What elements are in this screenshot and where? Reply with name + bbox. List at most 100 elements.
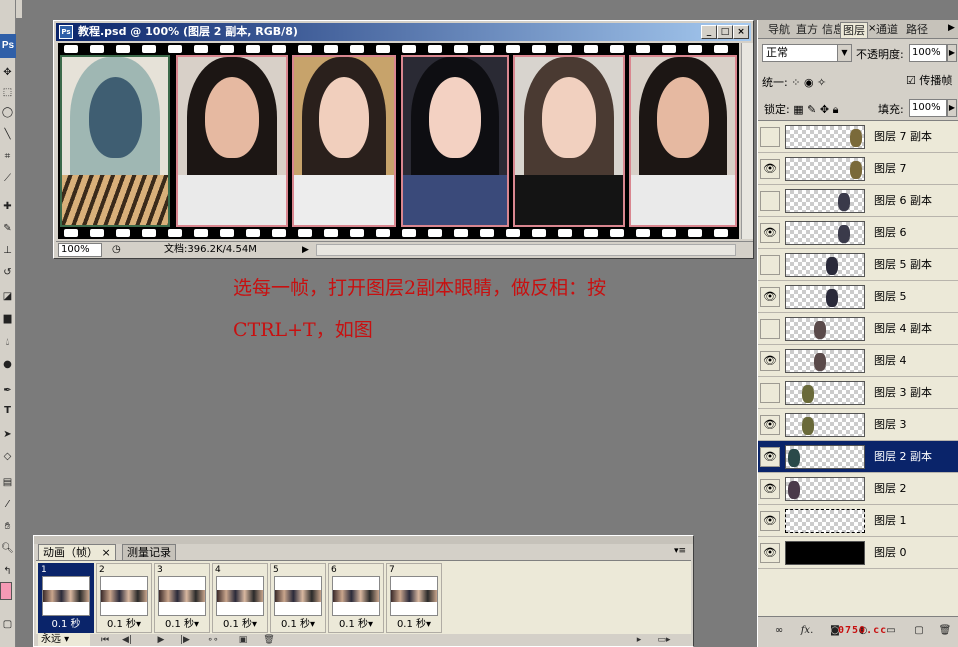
frame-delay-select[interactable]: 0.1 秒▾	[213, 619, 267, 631]
marquee-icon[interactable]: ⬚	[1, 86, 14, 99]
lock-pixels-icon[interactable]: ✎	[807, 103, 816, 116]
eye-icon[interactable]: 👁︎	[760, 415, 780, 435]
tab-animation-frames[interactable]: 动画（帧） ×	[38, 544, 116, 560]
frame-delay-select[interactable]: 0.1 秒▾	[97, 619, 151, 631]
panel-menu-icon[interactable]: ▾≡	[674, 546, 686, 556]
animation-frame[interactable]: 2 0.1 秒▾	[96, 563, 152, 633]
tab-channels[interactable]: 通道	[874, 22, 900, 38]
lock-all-icon[interactable]: 🔒︎	[833, 103, 839, 116]
eye-icon[interactable]: 👁︎	[760, 351, 780, 371]
close-button[interactable]: ×	[733, 25, 749, 39]
fill-slider-arrow-icon[interactable]: ▶	[947, 99, 957, 117]
layer-row[interactable]: 👁︎ 图层 0	[758, 537, 958, 569]
frame-delay-select[interactable]: 0.1 秒▾	[155, 619, 209, 631]
fill-input[interactable]: 100%	[909, 99, 947, 117]
delete-frame-icon[interactable]: 🗑︎	[262, 634, 276, 646]
opacity-input[interactable]: 100%	[909, 44, 947, 62]
layer-row[interactable]: 👁︎ 图层 1	[758, 505, 958, 537]
dodge-icon[interactable]: ●	[1, 358, 14, 371]
hidden-eye-slot[interactable]	[760, 255, 780, 275]
eyedropper-icon[interactable]: ⁄	[1, 498, 14, 511]
animation-frame[interactable]: 3 0.1 秒▾	[154, 563, 210, 633]
zoom-icon[interactable]: 🔍︎	[1, 542, 14, 555]
animation-frame[interactable]: 7 0.1 秒▾	[386, 563, 442, 633]
layer-row[interactable]: 👁︎ 图层 4	[758, 345, 958, 377]
animation-frame[interactable]: 4 0.1 秒▾	[212, 563, 268, 633]
notes-icon[interactable]: ▤	[1, 476, 14, 489]
layer-row[interactable]: 👁︎ 图层 5	[758, 281, 958, 313]
hidden-eye-slot[interactable]	[760, 191, 780, 211]
layer-row[interactable]: 图层 6 副本	[758, 185, 958, 217]
swap-colors-icon[interactable]: ↰	[1, 565, 14, 578]
unify-style-icon[interactable]: ✧	[817, 76, 826, 89]
animation-frame[interactable]: 6 0.1 秒▾	[328, 563, 384, 633]
zoom-field[interactable]: 100%	[58, 243, 102, 257]
crop-icon[interactable]: ⌗	[1, 150, 14, 163]
hidden-eye-slot[interactable]	[760, 127, 780, 147]
tab-paths[interactable]: 路径	[904, 22, 930, 38]
minimize-button[interactable]: _	[701, 25, 717, 39]
eraser-icon[interactable]: ◪	[1, 290, 14, 303]
trash-icon[interactable]: 🗑︎	[936, 623, 954, 639]
duplicate-frame-icon[interactable]: ▣	[236, 634, 250, 646]
eye-icon[interactable]: 👁︎	[760, 479, 780, 499]
layer-row[interactable]: 👁︎ 图层 7	[758, 153, 958, 185]
eye-icon[interactable]: 👁︎	[760, 159, 780, 179]
unify-visibility-icon[interactable]: ◉	[804, 76, 814, 89]
eye-icon[interactable]: 👁︎	[760, 223, 780, 243]
heal-icon[interactable]: ✚	[1, 200, 14, 213]
propagate-frame-checkbox[interactable]: ☑ 传播帧	[906, 72, 952, 88]
eye-icon[interactable]: 👁︎	[760, 511, 780, 531]
quick-mask-icon[interactable]: ▢	[1, 618, 14, 631]
image-canvas[interactable]	[58, 43, 739, 239]
eye-icon[interactable]: 👁︎	[760, 447, 780, 467]
unify-position-icon[interactable]: ⁘	[791, 76, 800, 89]
lock-transparency-icon[interactable]: ▦	[793, 103, 803, 116]
prev-frame-icon[interactable]: ◀|	[120, 634, 134, 646]
brush-icon[interactable]: ✎	[1, 222, 14, 235]
layer-row[interactable]: 图层 4 副本	[758, 313, 958, 345]
status-menu-icon[interactable]: ◷	[112, 243, 121, 257]
type-icon[interactable]: T	[1, 404, 14, 417]
wand-icon[interactable]: ╲	[1, 128, 14, 141]
lock-position-icon[interactable]: ✥	[820, 103, 829, 116]
gradient-icon[interactable]: ▆	[1, 312, 14, 325]
eye-icon[interactable]: 👁︎	[760, 287, 780, 307]
path-select-icon[interactable]: ➤	[1, 428, 14, 441]
frame-delay-select[interactable]: 0.1 秒	[39, 619, 93, 631]
stamp-icon[interactable]: ⊥	[1, 244, 14, 257]
layer-row[interactable]: 👁︎ 图层 6	[758, 217, 958, 249]
link-icon[interactable]: ∞	[770, 623, 788, 639]
next-frame-icon[interactable]: |▶	[178, 634, 192, 646]
tab-navigator[interactable]: 导航	[766, 22, 792, 38]
loop-select[interactable]: 永远 ▾	[38, 634, 90, 646]
slice-icon[interactable]: ⟋	[1, 172, 14, 185]
history-brush-icon[interactable]: ↺	[1, 266, 14, 279]
layer-row[interactable]: 👁︎ 图层 2	[758, 473, 958, 505]
frame-delay-select[interactable]: 0.1 秒▾	[387, 619, 441, 631]
layer-row[interactable]: 👁︎ 图层 3	[758, 409, 958, 441]
layer-row[interactable]: 图层 3 副本	[758, 377, 958, 409]
panel-view-icon[interactable]: ▭▸	[654, 634, 674, 646]
hidden-eye-slot[interactable]	[760, 319, 780, 339]
maximize-button[interactable]: □	[717, 25, 733, 39]
play-icon[interactable]: ▶	[154, 634, 168, 646]
layer-row[interactable]: 👁︎ 图层 2 副本	[758, 441, 958, 473]
layer-row[interactable]: 图层 7 副本	[758, 121, 958, 153]
status-arrow-icon[interactable]: ▶	[302, 243, 309, 257]
tab-histogram[interactable]: 直方	[794, 22, 820, 38]
blur-icon[interactable]: 💧︎	[1, 336, 14, 349]
tab-layers[interactable]: 图层	[840, 22, 868, 38]
foreground-color-swatch[interactable]	[0, 582, 12, 600]
vertical-scrollbar[interactable]	[741, 43, 753, 239]
shape-icon[interactable]: ◇	[1, 450, 14, 463]
eye-icon[interactable]: 👁︎	[760, 543, 780, 563]
panel-menu-icon[interactable]: ▶	[948, 23, 955, 33]
hidden-eye-slot[interactable]	[760, 383, 780, 403]
fx-icon[interactable]: fx.	[798, 623, 816, 639]
new-layer-icon[interactable]: ▢	[910, 623, 928, 639]
tab-measurement-log[interactable]: 测量记录	[122, 544, 176, 560]
tween-icon[interactable]: ∘∘	[206, 634, 220, 646]
frame-delay-select[interactable]: 0.1 秒▾	[329, 619, 383, 631]
lasso-icon[interactable]: ◯	[1, 106, 14, 119]
